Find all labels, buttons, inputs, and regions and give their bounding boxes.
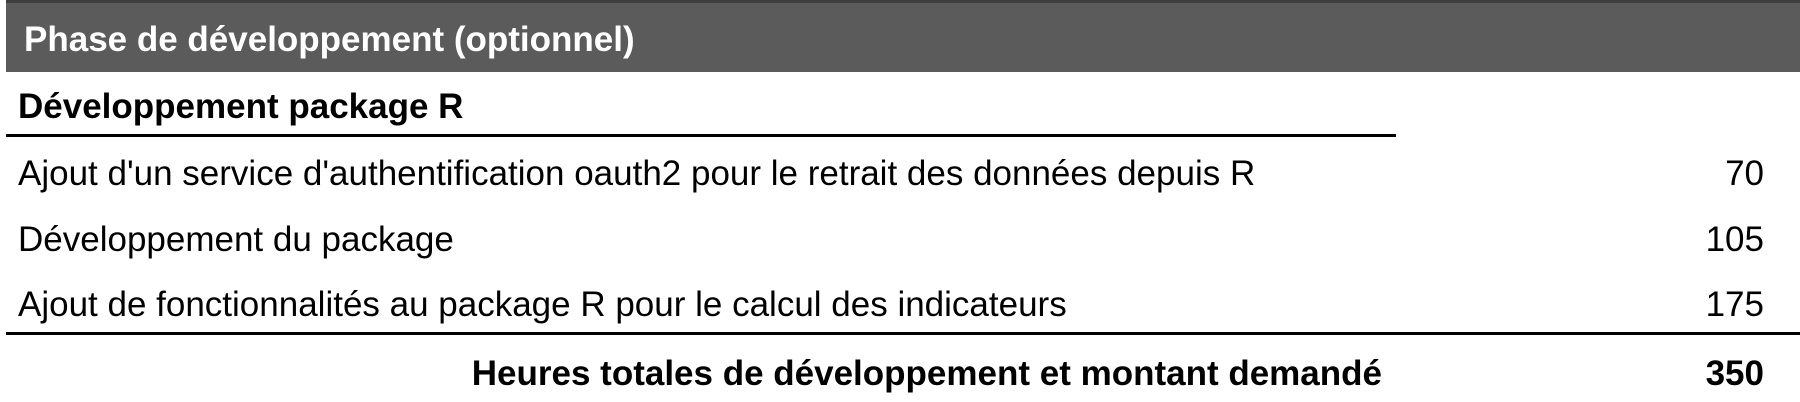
table-row: Ajout d'un service d'authentification oa… bbox=[0, 154, 1800, 194]
phase-header-bar: Phase de développement (optionnel) bbox=[6, 0, 1800, 72]
section-divider bbox=[6, 134, 1396, 137]
budget-table: Phase de développement (optionnel) Dével… bbox=[0, 0, 1800, 402]
total-hours: 350 bbox=[1705, 354, 1764, 393]
total-label: Heures totales de développement et monta… bbox=[471, 354, 1382, 393]
table-row: Développement du package 105 bbox=[0, 220, 1800, 260]
row-label: Ajout d'un service d'authentification oa… bbox=[18, 154, 1256, 193]
section-title: Développement package R bbox=[18, 87, 464, 126]
row-hours: 175 bbox=[1705, 285, 1764, 324]
row-hours: 105 bbox=[1705, 220, 1764, 259]
phase-title: Phase de développement (optionnel) bbox=[24, 20, 635, 59]
total-divider bbox=[6, 332, 1800, 335]
row-hours: 70 bbox=[1725, 154, 1764, 193]
row-label: Ajout de fonctionnalités au package R po… bbox=[18, 285, 1067, 324]
table-row: Ajout de fonctionnalités au package R po… bbox=[0, 285, 1800, 325]
row-label: Développement du package bbox=[18, 220, 454, 259]
